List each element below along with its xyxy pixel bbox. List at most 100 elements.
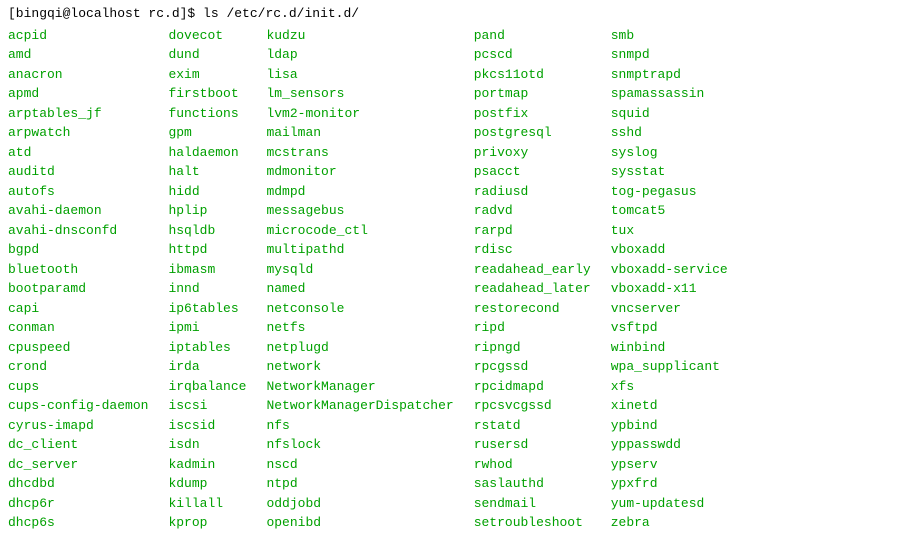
service-entry: bluetooth [8, 260, 148, 280]
service-entry: syslog [611, 143, 728, 163]
ls-column: smbsnmpdsnmptrapdspamassassinsquidsshdsy… [611, 26, 728, 533]
service-entry: bootparamd [8, 279, 148, 299]
service-entry: autofs [8, 182, 148, 202]
service-entry: pkcs11otd [474, 65, 591, 85]
service-entry: xfs [611, 377, 728, 397]
service-entry: pcscd [474, 45, 591, 65]
service-entry: dhcp6r [8, 494, 148, 514]
service-entry: radvd [474, 201, 591, 221]
service-entry: rpcsvcgssd [474, 396, 591, 416]
service-entry: rusersd [474, 435, 591, 455]
prompt-command: ls /etc/rc.d/init.d/ [203, 6, 359, 21]
service-entry: smb [611, 26, 728, 46]
service-entry: tomcat5 [611, 201, 728, 221]
service-entry: haldaemon [168, 143, 246, 163]
service-entry: rstatd [474, 416, 591, 436]
service-entry: auditd [8, 162, 148, 182]
service-entry: vboxadd-service [611, 260, 728, 280]
service-entry: lm_sensors [266, 84, 453, 104]
service-entry: restorecond [474, 299, 591, 319]
service-entry: nfslock [266, 435, 453, 455]
service-entry: setroubleshoot [474, 513, 591, 533]
terminal-prompt-line: [bingqi@localhost rc.d]$ ls /etc/rc.d/in… [8, 4, 906, 24]
ls-column: acpidamdanacronapmdarptables_jfarpwatcha… [8, 26, 148, 533]
service-entry: lvm2-monitor [266, 104, 453, 124]
service-entry: messagebus [266, 201, 453, 221]
service-entry: amd [8, 45, 148, 65]
service-entry: halt [168, 162, 246, 182]
service-entry: cups [8, 377, 148, 397]
service-entry: dovecot [168, 26, 246, 46]
service-entry: exim [168, 65, 246, 85]
service-entry: radiusd [474, 182, 591, 202]
service-entry: arpwatch [8, 123, 148, 143]
service-entry: hsqldb [168, 221, 246, 241]
service-entry: cpuspeed [8, 338, 148, 358]
service-entry: mysqld [266, 260, 453, 280]
service-entry: mdmpd [266, 182, 453, 202]
ls-column: dovecotdundeximfirstbootfunctionsgpmhald… [168, 26, 246, 533]
service-entry: rwhod [474, 455, 591, 475]
service-entry: gpm [168, 123, 246, 143]
service-entry: sysstat [611, 162, 728, 182]
service-entry: yum-updatesd [611, 494, 728, 514]
ls-output-listing: acpidamdanacronapmdarptables_jfarpwatcha… [8, 26, 906, 533]
service-entry: functions [168, 104, 246, 124]
service-entry: wpa_supplicant [611, 357, 728, 377]
service-entry: hidd [168, 182, 246, 202]
service-entry: dhcdbd [8, 474, 148, 494]
service-entry: vboxadd [611, 240, 728, 260]
service-entry: ypxfrd [611, 474, 728, 494]
service-entry: dhcp6s [8, 513, 148, 533]
service-entry: portmap [474, 84, 591, 104]
service-entry: irqbalance [168, 377, 246, 397]
service-entry: postfix [474, 104, 591, 124]
service-entry: ldap [266, 45, 453, 65]
service-entry: crond [8, 357, 148, 377]
service-entry: ripngd [474, 338, 591, 358]
service-entry: snmpd [611, 45, 728, 65]
service-entry: irda [168, 357, 246, 377]
service-entry: killall [168, 494, 246, 514]
service-entry: readahead_later [474, 279, 591, 299]
service-entry: microcode_ctl [266, 221, 453, 241]
service-entry: nfs [266, 416, 453, 436]
service-entry: NetworkManagerDispatcher [266, 396, 453, 416]
service-entry: netfs [266, 318, 453, 338]
service-entry: innd [168, 279, 246, 299]
service-entry: rdisc [474, 240, 591, 260]
service-entry: anacron [8, 65, 148, 85]
service-entry: mdmonitor [266, 162, 453, 182]
service-entry: arptables_jf [8, 104, 148, 124]
service-entry: oddjobd [266, 494, 453, 514]
service-entry: cyrus-imapd [8, 416, 148, 436]
service-entry: pand [474, 26, 591, 46]
service-entry: multipathd [266, 240, 453, 260]
service-entry: ipmi [168, 318, 246, 338]
service-entry: atd [8, 143, 148, 163]
service-entry: netconsole [266, 299, 453, 319]
service-entry: conman [8, 318, 148, 338]
service-entry: yppasswdd [611, 435, 728, 455]
prompt-user-host: [bingqi@localhost rc.d]$ [8, 6, 195, 21]
service-entry: tux [611, 221, 728, 241]
service-entry: mcstrans [266, 143, 453, 163]
service-entry: ripd [474, 318, 591, 338]
service-entry: kdump [168, 474, 246, 494]
service-entry: hplip [168, 201, 246, 221]
service-entry: isdn [168, 435, 246, 455]
service-entry: readahead_early [474, 260, 591, 280]
service-entry: vsftpd [611, 318, 728, 338]
service-entry: avahi-daemon [8, 201, 148, 221]
service-entry: saslauthd [474, 474, 591, 494]
service-entry: nscd [266, 455, 453, 475]
service-entry: sshd [611, 123, 728, 143]
service-entry: ypserv [611, 455, 728, 475]
service-entry: vncserver [611, 299, 728, 319]
service-entry: kadmin [168, 455, 246, 475]
service-entry: named [266, 279, 453, 299]
service-entry: network [266, 357, 453, 377]
service-entry: postgresql [474, 123, 591, 143]
service-entry: snmptrapd [611, 65, 728, 85]
service-entry: ntpd [266, 474, 453, 494]
